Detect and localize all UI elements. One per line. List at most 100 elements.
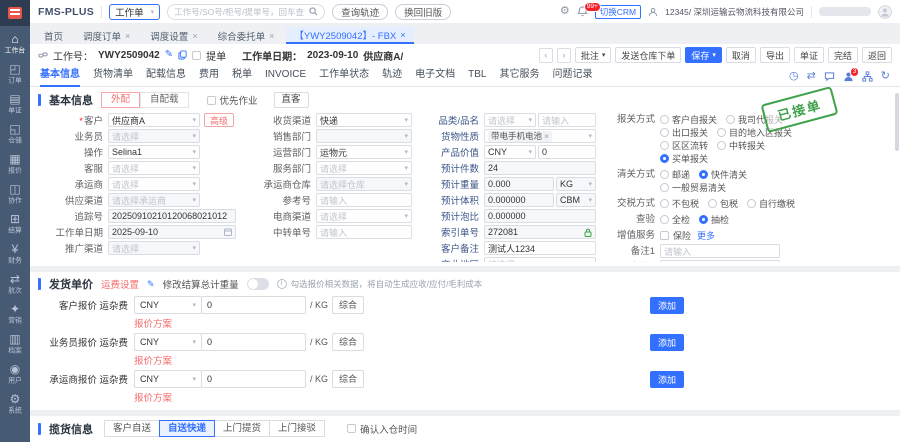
action-button[interactable]: 发送仓库下单	[615, 47, 681, 63]
bill-checkbox[interactable]	[192, 51, 201, 60]
org-icon[interactable]	[862, 71, 873, 82]
action-button[interactable]: 批注 ▾	[575, 47, 612, 63]
field-control[interactable]: 请输入	[316, 193, 412, 207]
sidebar-item[interactable]: ⊞ 结算	[0, 210, 30, 239]
transfer-icon[interactable]: ⇄	[807, 71, 816, 82]
price-input[interactable]: 0	[202, 296, 306, 314]
radio-option[interactable]: 抽检	[699, 213, 729, 226]
comment-icon[interactable]	[824, 71, 835, 82]
field-control[interactable]: 请输入	[316, 225, 412, 239]
close-icon[interactable]: ×	[400, 30, 405, 40]
add-button[interactable]: 添加	[650, 371, 684, 388]
quote-plan-link[interactable]: 报价方案	[134, 316, 892, 330]
gear-icon[interactable]: ⚙	[560, 6, 570, 17]
confirm-time-checkbox[interactable]	[347, 424, 356, 433]
field-control[interactable]: Selina1 ▾	[108, 145, 200, 159]
dispatch-mode-tab[interactable]: 外配	[101, 92, 140, 108]
dispatch-mode-tab[interactable]: 自配载	[140, 92, 189, 108]
field-control-2[interactable]: KG ▾	[556, 177, 596, 191]
radio-option[interactable]: 全检	[660, 213, 690, 226]
avatar[interactable]	[878, 5, 892, 19]
field-control[interactable]: 272081	[484, 225, 596, 239]
field-control[interactable]: 请选择承运商 ▾	[108, 193, 200, 207]
radio-option[interactable]: 客户自报关	[660, 113, 717, 126]
field-control[interactable]: CNY ▾	[484, 145, 536, 159]
pickup-tab[interactable]: 客户自送	[104, 420, 160, 437]
field-control-2[interactable]: 请输入	[538, 113, 596, 127]
field-control[interactable]: 请选择仓库 ▾	[316, 177, 412, 191]
sidebar-item[interactable]: ✦ 营销	[0, 300, 30, 329]
page-tab[interactable]: 调度订单 ×	[75, 27, 138, 44]
sidebar-item[interactable]: ▤ 单证	[0, 90, 30, 119]
advanced-button[interactable]: 高级	[204, 113, 234, 127]
page-tab[interactable]: 调度设置 ×	[142, 27, 205, 44]
page-tab[interactable]: 【YWY2509042】- FBX ×	[286, 27, 413, 44]
quote-plan-link[interactable]: 报价方案	[134, 353, 892, 367]
sidebar-item[interactable]: ¥ 财务	[0, 240, 30, 269]
legacy-version-button[interactable]: 换回旧版	[395, 4, 451, 20]
document-tab[interactable]: 费用	[199, 65, 219, 87]
radio-option[interactable]: 一般贸易清关	[660, 181, 726, 194]
sidebar-item[interactable]: ◫ 协作	[0, 180, 30, 209]
direct-customer-tag[interactable]: 直客	[274, 92, 309, 108]
notification-bell[interactable]: 99+	[577, 6, 588, 17]
edit-icon[interactable]: ✎	[165, 50, 173, 60]
radio-option[interactable]: 自行缴税	[747, 197, 795, 210]
insurance-checkbox[interactable]	[660, 231, 669, 240]
document-tab[interactable]: 配载信息	[146, 65, 186, 87]
add-button[interactable]: 添加	[650, 297, 684, 314]
sidebar-item[interactable]: ◱ 仓储	[0, 120, 30, 149]
action-button[interactable]: 保存 ▾	[685, 47, 722, 63]
radio-option[interactable]: 快件清关	[699, 168, 747, 181]
pickup-tab[interactable]: 上门提货	[214, 420, 270, 437]
field-control[interactable]: 请选择 ▾	[484, 113, 536, 127]
action-button[interactable]: 单证	[794, 47, 824, 63]
mode-chip[interactable]: 综合	[332, 333, 364, 351]
remark1-input[interactable]: 请输入	[660, 244, 780, 258]
refresh-icon[interactable]: ↻	[881, 71, 890, 82]
page-tab[interactable]: 综合委托单 ×	[210, 27, 283, 44]
sidebar-item[interactable]: ◰ 订单	[0, 60, 30, 89]
radio-option[interactable]: 区区流转	[660, 139, 708, 152]
field-control-2[interactable]: 0	[538, 145, 596, 159]
field-control[interactable]: 测试人1234	[484, 241, 596, 255]
field-control[interactable]: 0.000	[484, 177, 554, 191]
field-control[interactable]: 20250910210120068021012	[108, 209, 236, 223]
app-logo[interactable]	[0, 0, 30, 26]
field-control[interactable]: 供应商A ▾	[108, 113, 200, 127]
field-control[interactable]: 带电手机电池× ▾	[484, 129, 596, 143]
sidebar-item[interactable]: ⌂ 工作台	[0, 30, 30, 59]
action-button[interactable]: 返回	[862, 47, 892, 63]
edit-icon[interactable]: ✎	[147, 280, 155, 289]
price-input[interactable]: 0	[202, 333, 306, 351]
module-select[interactable]: 工作单 ▾	[109, 4, 160, 20]
field-control[interactable]: ▾	[316, 129, 412, 143]
sidebar-item[interactable]: ⇄ 航次	[0, 270, 30, 299]
document-tab[interactable]: 税单	[232, 65, 252, 87]
document-tab[interactable]: TBL	[468, 65, 486, 87]
assignee-icon[interactable]: 3	[843, 71, 854, 82]
page-tab[interactable]: 首页	[36, 27, 71, 44]
more-services-link[interactable]: 更多	[697, 229, 715, 242]
close-icon[interactable]: ×	[269, 31, 274, 41]
sidebar-item[interactable]: ▥ 档案	[0, 330, 30, 359]
sidebar-item[interactable]: ⚙ 系统	[0, 390, 30, 419]
action-button[interactable]: 完结	[828, 47, 858, 63]
field-control[interactable]: 请选择 ▾	[108, 241, 200, 255]
document-tab[interactable]: INVOICE	[265, 65, 306, 87]
weight-toggle[interactable]	[247, 278, 269, 290]
pickup-tab[interactable]: 自送快递	[159, 420, 215, 437]
currency-select[interactable]: CNY▾	[134, 296, 202, 314]
quote-plan-link[interactable]: 报价方案	[134, 390, 892, 404]
history-icon[interactable]: ◷	[789, 71, 799, 82]
add-button[interactable]: 添加	[650, 334, 684, 351]
copy-icon[interactable]	[178, 50, 187, 60]
field-control[interactable]: 0.000000	[484, 193, 554, 207]
radio-option[interactable]: 邮递	[660, 168, 690, 181]
field-control[interactable]: 快递 ▾	[316, 113, 412, 127]
action-button[interactable]: 导出	[760, 47, 790, 63]
close-icon[interactable]: ×	[192, 31, 197, 41]
radio-option[interactable]: 不包税	[660, 197, 699, 210]
document-tab[interactable]: 问题记录	[552, 65, 592, 87]
document-tab[interactable]: 电子文档	[415, 65, 455, 87]
